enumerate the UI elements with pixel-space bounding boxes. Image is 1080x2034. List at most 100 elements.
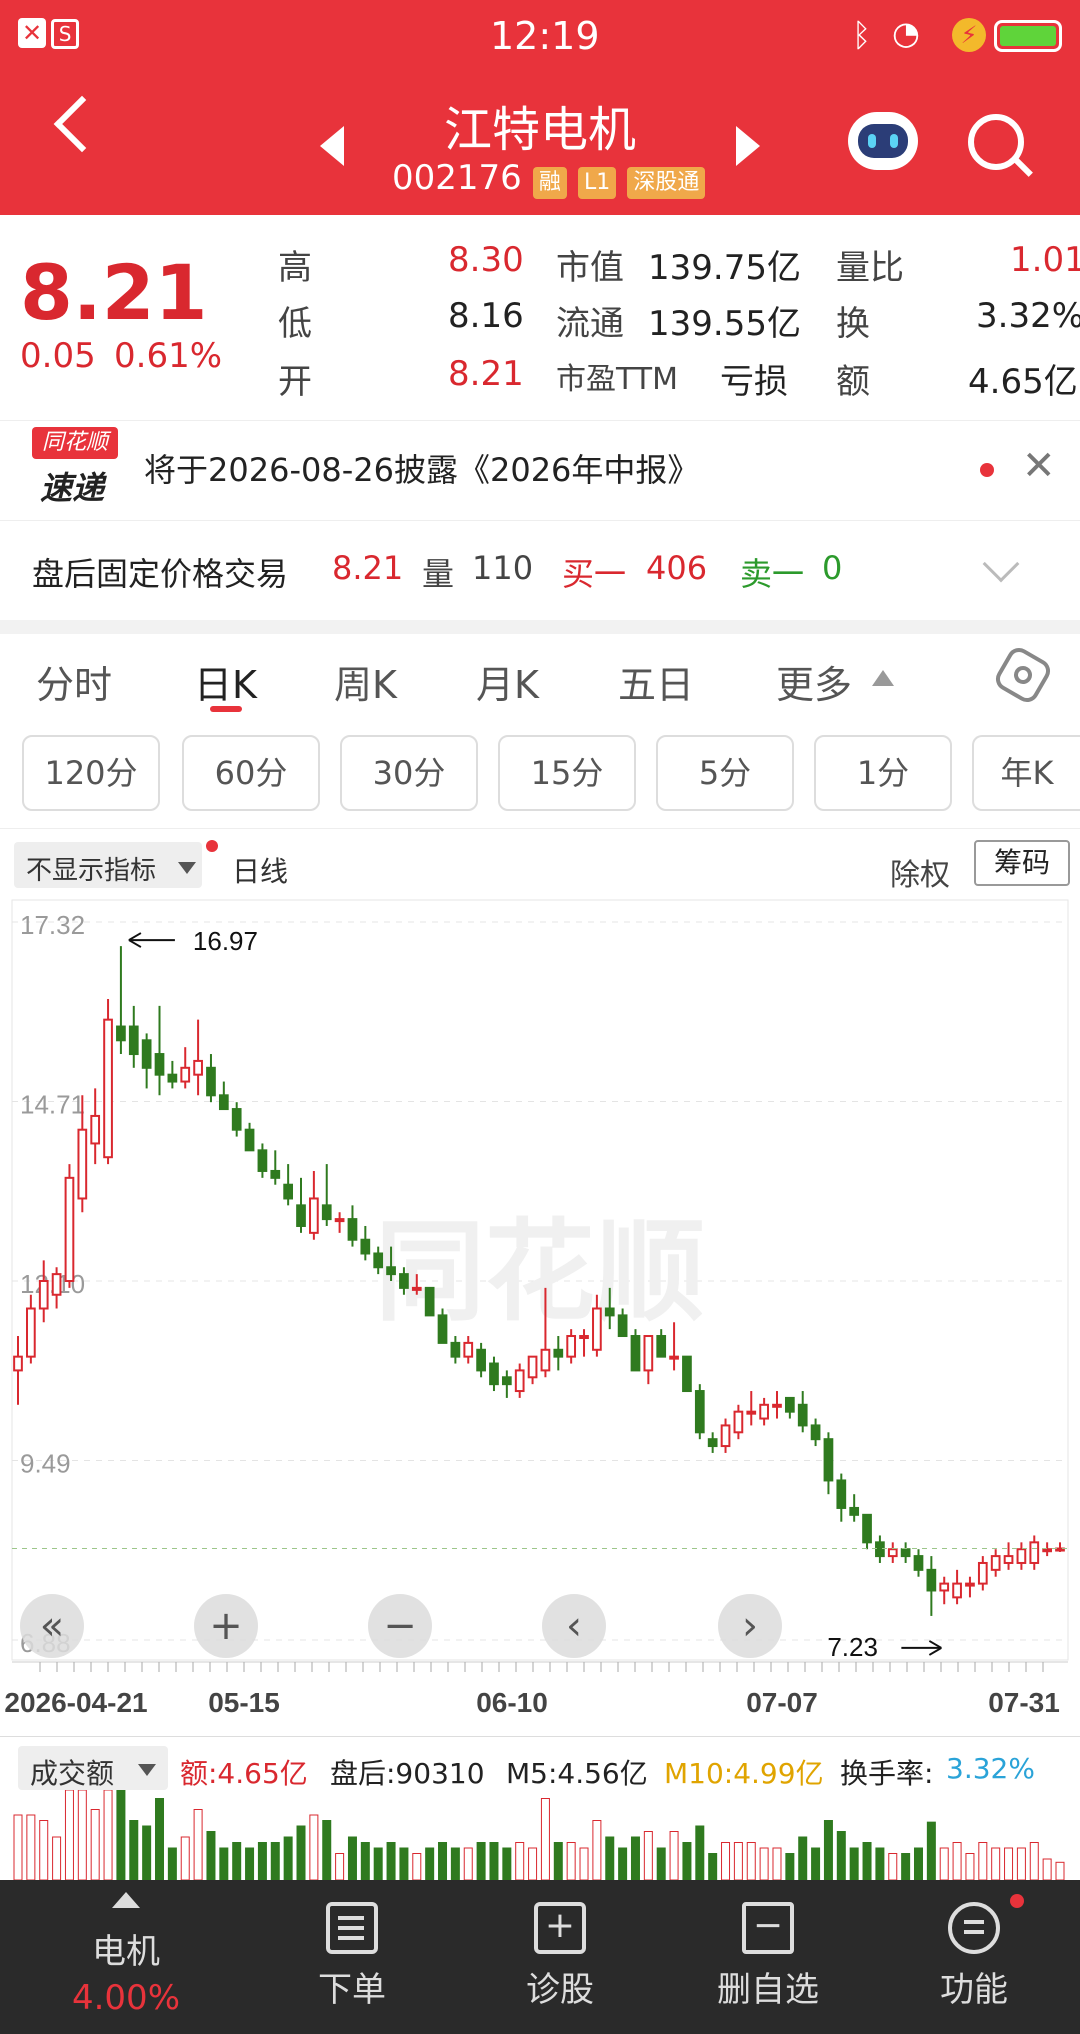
volume-bar [605, 1836, 615, 1880]
candle-up [463, 1341, 474, 1358]
volume-bar [823, 1820, 833, 1880]
volume-bar [90, 1809, 100, 1880]
volume-bar [656, 1847, 666, 1880]
nav-order[interactable]: 下单 [252, 1880, 452, 2034]
tab-more[interactable]: 更多 [776, 654, 852, 709]
app-header: ✕ S 12:19 ᛒ ◔ ⚡ 江特电机 002176 融 L1 深股通 [0, 0, 1080, 215]
candle-down [501, 1376, 512, 1386]
tab-weekly-k[interactable]: 周K [334, 654, 397, 709]
volume-bar [708, 1853, 718, 1880]
close-icon[interactable]: ✕ [1022, 443, 1056, 489]
tab-daily-k[interactable]: 日K [194, 654, 257, 709]
candle-down [797, 1403, 808, 1427]
candle-up [579, 1335, 589, 1340]
scroll-left-icon[interactable]: ‹ [566, 1603, 582, 1649]
settings-hexagon-icon[interactable] [991, 643, 1055, 707]
scroll-right-icon[interactable]: › [742, 1603, 758, 1649]
zoom-out-all-icon[interactable]: « [40, 1603, 64, 1649]
stock-code: 002176 [392, 158, 522, 198]
indicator-select[interactable]: 不显示指标 [14, 842, 202, 888]
nav-functions[interactable]: 功能 [874, 1880, 1074, 2034]
nav-sector[interactable]: 电机 4.00% [26, 1880, 226, 2034]
candle-down [347, 1218, 358, 1241]
afterhours-row[interactable]: 盘后固定价格交易 8.21 量 110 买一 406 卖一 0 [0, 520, 1080, 616]
volume-bar [39, 1820, 49, 1880]
afterhours-price: 8.21 [332, 549, 404, 587]
volume-bar [193, 1809, 203, 1880]
news-banner[interactable]: 同花顺 速递 将于2026-08-26披露《2026年中报》 ✕ [0, 420, 1080, 518]
order-document-icon [326, 1902, 378, 1954]
candle-up [527, 1355, 538, 1379]
candle-down [116, 1025, 126, 1042]
interval-60min[interactable]: 60分 [182, 735, 320, 811]
tab-monthly-k[interactable]: 月K [476, 654, 539, 709]
volume-bar [309, 1814, 319, 1880]
pe-value: 亏损 [720, 362, 788, 402]
charging-icon: ⚡ [952, 18, 986, 52]
nav-remove-watchlist[interactable]: − 删自选 [668, 1880, 868, 2034]
interval-5min[interactable]: 5分 [656, 735, 794, 811]
interval-1min[interactable]: 1分 [814, 735, 952, 811]
diagnose-plus-icon: + [534, 1902, 586, 1954]
volume-bar [373, 1847, 383, 1880]
volume-amount: 额:4.65亿 [180, 1757, 308, 1790]
volume-bar [888, 1853, 898, 1880]
tab-intraday[interactable]: 分时 [36, 654, 112, 709]
candle-down [270, 1169, 281, 1179]
candle-down [784, 1396, 795, 1413]
interval-15min[interactable]: 15分 [498, 735, 636, 811]
chips-button[interactable]: 筹码 [974, 840, 1070, 886]
price-change: 0.05 [20, 336, 96, 376]
wifi-icon: ◔ [892, 14, 920, 52]
zoom-in-icon[interactable]: + [209, 1603, 243, 1649]
candle-down [321, 1204, 332, 1221]
prev-stock-icon[interactable] [320, 126, 344, 166]
volume-bar [643, 1831, 653, 1880]
candle-down [386, 1266, 396, 1276]
interval-120min[interactable]: 120分 [22, 735, 160, 811]
high-value: 8.30 [448, 240, 524, 280]
zoom-out-icon[interactable]: − [383, 1603, 417, 1649]
nav-diagnose[interactable]: + 诊股 [460, 1880, 660, 2034]
volume-select[interactable]: 成交额 [18, 1746, 168, 1790]
volume-bar [412, 1853, 422, 1880]
volume-m5: M5:4.56亿 [506, 1757, 648, 1790]
volume-bar [502, 1847, 512, 1880]
adjust-button[interactable]: 除权 [890, 850, 950, 894]
line-type-label[interactable]: 日线 [232, 850, 288, 890]
volume-bar [759, 1847, 769, 1880]
chevron-down-icon[interactable] [982, 545, 1020, 583]
candlestick-chart[interactable]: 17.3214.7112.109.496.88同花顺16.977.232026-… [0, 896, 1080, 1716]
candle-up [51, 1273, 62, 1296]
next-stock-icon[interactable] [736, 126, 760, 166]
interval-30min[interactable]: 30分 [340, 735, 478, 811]
amount-label: 额 [836, 362, 870, 402]
candle-down [244, 1128, 255, 1152]
volume-bar [952, 1842, 962, 1880]
candle-down [553, 1348, 564, 1358]
volume-bar [26, 1814, 36, 1880]
candle-up [13, 1355, 23, 1372]
interval-yearly-k[interactable]: 年K [972, 735, 1080, 811]
tag-l1: L1 [578, 167, 617, 199]
volume-bar [489, 1842, 499, 1880]
candle-up [64, 1176, 75, 1283]
volume-bar [283, 1836, 293, 1880]
back-icon[interactable] [53, 95, 111, 153]
volume-bar [515, 1842, 525, 1880]
candle-down [167, 1073, 178, 1083]
robot-assistant-icon[interactable] [848, 112, 918, 170]
volume-bar [592, 1820, 602, 1880]
candle-up [952, 1582, 962, 1599]
candle-down [296, 1204, 306, 1227]
volume-bar [219, 1847, 229, 1880]
bottom-navigation: 电机 4.00% 下单 + 诊股 − 删自选 功能 [0, 1880, 1080, 2034]
open-value: 8.21 [448, 354, 524, 394]
last-price: 8.21 [20, 248, 208, 337]
candle-up [939, 1582, 950, 1592]
nav-functions-label: 功能 [940, 1970, 1008, 2010]
tab-five-day[interactable]: 五日 [618, 654, 694, 709]
volume-bar [103, 1790, 113, 1880]
candle-up [733, 1410, 744, 1434]
volume-afterhours: 盘后:90310 [330, 1757, 485, 1790]
